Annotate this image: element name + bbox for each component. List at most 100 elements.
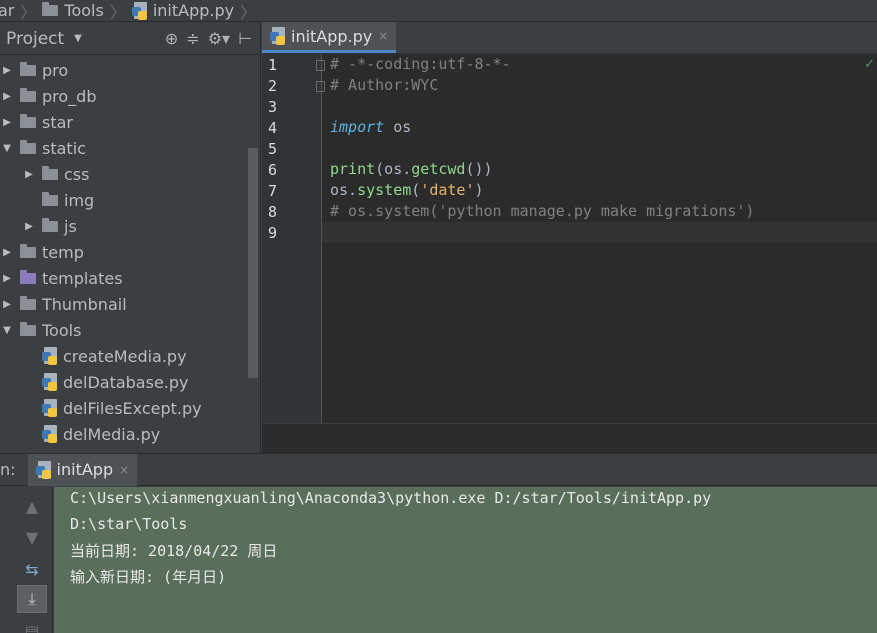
code-token: (: [411, 181, 421, 199]
collapsed-arrow-icon[interactable]: ▶: [2, 91, 12, 102]
close-icon[interactable]: ×: [378, 29, 388, 43]
tree-item[interactable]: delFilesExcept.py: [0, 395, 248, 421]
tree-item-label: delMedia.py: [63, 424, 161, 444]
console-line: 当前日期: 2018/04/22 周日: [70, 542, 278, 560]
collapsed-arrow-icon[interactable]: ▶: [2, 299, 12, 310]
arrow-up-icon[interactable]: ▲: [17, 492, 47, 520]
code-token: os: [384, 118, 412, 136]
tree-item[interactable]: ▶ temp: [0, 239, 248, 265]
close-icon[interactable]: ×: [119, 463, 129, 477]
line-number: 6: [268, 161, 278, 179]
print-icon[interactable]: ▤: [17, 617, 47, 633]
tree-item[interactable]: ▶ pro: [0, 57, 248, 83]
collapsed-arrow-icon[interactable]: ▶: [2, 247, 12, 258]
code-token: print: [330, 160, 376, 178]
console-line: 输入新日期: (年月日): [70, 567, 227, 586]
tree-item[interactable]: ▶ css: [0, 161, 248, 187]
code-token: system: [357, 181, 412, 199]
line-number: 5: [268, 140, 278, 158]
tree-item[interactable]: ▶ js: [0, 213, 248, 239]
breadcrumb-label: Tools: [64, 1, 104, 20]
console-line: D:\star\Tools: [70, 514, 188, 533]
tree-item-label: img: [64, 190, 95, 210]
arrow-down-icon[interactable]: ▼: [17, 523, 47, 551]
tree-item-label: static: [42, 138, 86, 158]
code-token: (os.: [375, 160, 412, 178]
tree-item-label: templates: [42, 268, 123, 288]
tree-item[interactable]: delMedia.py: [0, 421, 248, 447]
collapsed-arrow-icon[interactable]: ▶: [2, 65, 12, 76]
tree-item-label: star: [42, 112, 73, 132]
code-token: # Author:WYC: [330, 76, 439, 94]
expanded-arrow-icon[interactable]: ▼: [2, 143, 12, 154]
breadcrumb-item-file[interactable]: initApp.py: [131, 0, 234, 22]
project-view-selector[interactable]: Project: [6, 29, 64, 49]
project-panel: Project ▼ ⊕ ≑ ⚙▾ ⊢ ▶ pro ▶ pro_db ▶ star ▼ stat…: [0, 23, 261, 453]
tree-item[interactable]: ▶ templates: [0, 265, 248, 291]
breadcrumb-item-root[interactable]: ar: [0, 0, 14, 22]
hide-icon[interactable]: ⊢: [238, 29, 252, 48]
expanded-arrow-icon[interactable]: ▼: [2, 325, 12, 336]
scroll-to-end-icon[interactable]: ⤓: [17, 585, 47, 613]
code-line: # -*-coding:utf-8-*-: [330, 54, 511, 75]
tree-item-label: temp: [42, 242, 84, 262]
breadcrumb-item-tools[interactable]: Tools: [42, 0, 104, 22]
tree-item[interactable]: ▼ Tools: [0, 317, 248, 343]
folder-icon: [42, 191, 58, 206]
folder-icon: [20, 295, 36, 310]
soft-wrap-icon[interactable]: ⇆: [17, 555, 47, 583]
collapsed-arrow-icon[interactable]: ▶: [2, 273, 12, 284]
tree-item-label: delFilesExcept.py: [63, 398, 202, 418]
breadcrumb-label: ar: [0, 1, 15, 20]
run-tab-initapp[interactable]: initApp ×: [27, 453, 138, 486]
editor-tab-initapp[interactable]: initApp.py ×: [262, 22, 397, 53]
tree-item[interactable]: createMedia.py: [0, 343, 248, 369]
console-output[interactable]: C:\Users\xianmengxuanling\Anaconda3\pyth…: [54, 487, 877, 633]
inspection-ok-icon: ✓: [864, 57, 875, 72]
chevron-down-icon[interactable]: ▼: [74, 33, 82, 44]
python-file-icon: [131, 1, 148, 20]
breadcrumb: ar 〉 Tools 〉 initApp.py 〉: [0, 0, 877, 22]
folder-icon: [20, 243, 36, 258]
folder-icon: [42, 165, 58, 180]
tree-item[interactable]: delDatabase.py: [0, 369, 248, 395]
run-panel-header: n: initApp ×: [0, 453, 877, 486]
project-tree-scrollbar[interactable]: [248, 148, 258, 378]
line-number: 3: [268, 98, 278, 116]
code-token: ): [474, 181, 484, 199]
python-file-icon: [42, 347, 58, 365]
line-number-gutter: 1 2 3 4 5 6 7 8 9: [262, 54, 325, 423]
target-icon[interactable]: ⊕: [165, 29, 178, 48]
code-token: os.: [330, 181, 358, 199]
editor: initApp.py × 1 2 3 4 5 6 7 8 9 # -*-coding:utf-8…: [262, 22, 877, 453]
collapsed-arrow-icon[interactable]: ▶: [24, 221, 34, 232]
fold-marker-icon[interactable]: [316, 81, 325, 92]
python-file-icon: [42, 373, 58, 391]
collapse-icon[interactable]: ≑: [186, 29, 199, 48]
code-token: import: [330, 118, 385, 136]
editor-empty-area: [262, 423, 877, 453]
template-folder-icon: [20, 269, 36, 284]
tree-item[interactable]: img: [0, 187, 248, 213]
gear-icon[interactable]: ⚙▾: [208, 29, 230, 48]
code-line: # Author:WYC: [330, 75, 438, 96]
collapsed-arrow-icon[interactable]: ▶: [2, 117, 12, 128]
line-number: 2: [268, 77, 278, 95]
fold-marker-icon[interactable]: [316, 60, 325, 71]
collapsed-arrow-icon[interactable]: ▶: [24, 169, 34, 180]
tree-item[interactable]: ▶ Thumbnail: [0, 291, 248, 317]
run-toolbar: ▲ ▼ ⇆ ⤓ ▤: [0, 487, 53, 633]
line-number: 1: [268, 56, 278, 74]
code-token: # -*-coding:utf-8-*-: [330, 55, 511, 73]
line-number: 8: [268, 203, 278, 221]
tree-item-label: delDatabase.py: [63, 372, 189, 392]
code-token: ()): [465, 160, 493, 178]
run-tab-label: initApp: [56, 460, 114, 479]
tree-item-label: createMedia.py: [63, 346, 187, 366]
folder-icon: [42, 217, 58, 232]
project-tree: ▶ pro ▶ pro_db ▶ star ▼ static ▶ css img ▶ js ▶ temp ▶ t…: [0, 57, 248, 447]
code-line: import os: [330, 117, 411, 138]
tree-item[interactable]: ▼ static: [0, 135, 248, 161]
tree-item[interactable]: ▶ pro_db: [0, 83, 248, 109]
tree-item[interactable]: ▶ star: [0, 109, 248, 135]
